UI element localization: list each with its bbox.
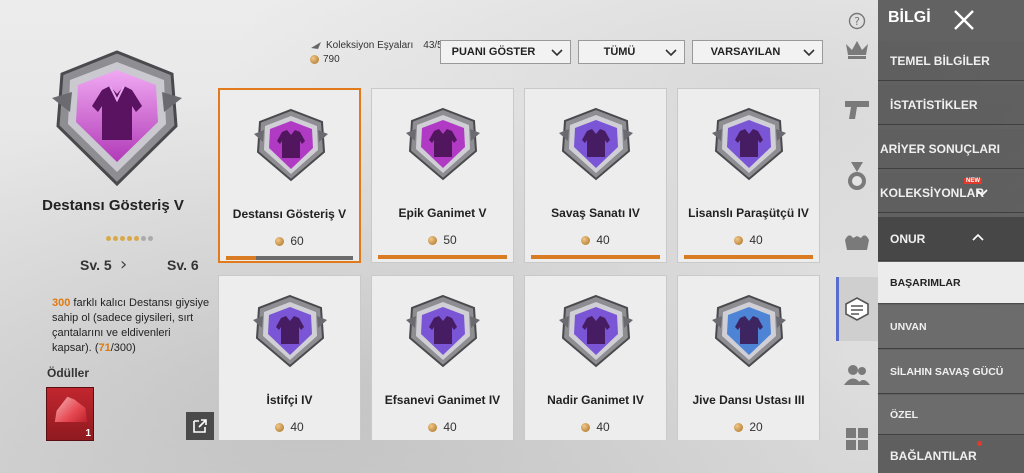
achievement-card[interactable]: Efsanevi Ganimet IV 40 [371,275,514,440]
parachute-icon [54,396,88,422]
achievement-card[interactable]: Nadir Ganimet IV 40 [524,275,667,440]
achievement-card[interactable]: Epik Ganimet V 50 [371,88,514,263]
menu-item-statistics[interactable]: İSTATİSTİKLER [878,85,1024,125]
tier-stars [106,236,153,241]
notification-dot [977,441,982,446]
collection-label: Koleksiyon Eşyaları [326,39,414,51]
achievement-name: İstifçi IV [266,393,313,407]
achievement-points: 40 [678,233,819,247]
achievement-progress-bar [531,255,660,259]
menu-item-links[interactable]: BAĞLANTILAR [878,436,1024,473]
requirement-count: 300 [52,297,71,309]
menu-item-titles[interactable]: UNVAN [878,305,1024,349]
menu-item-collections[interactable]: KOLEKSİYONLAR [878,173,1024,213]
rewards-label: Ödüller [47,366,90,380]
collection-summary: Koleksiyon Eşyaları 43/59 790 [310,38,448,66]
achievement-progress-bar [226,256,353,260]
achievement-badge-icon [254,108,328,182]
achievement-badge-icon [253,294,327,368]
menu-title: BİLGİ [888,9,931,26]
menu-item-career-results[interactable]: ARİYER SONUÇLARI [878,129,1024,169]
achievement-badge-icon [559,294,633,368]
coin-icon [275,236,285,246]
coin-amount: 790 [323,53,340,65]
muscle-icon[interactable] [840,224,874,258]
achievement-title: Destansı Gösteriş V [42,197,184,214]
achievement-badge-large [52,50,182,187]
chevron-down-icon [551,49,563,57]
achievement-points: 40 [372,420,513,434]
crown-icon[interactable] [840,32,874,66]
achievement-name: Efsanevi Ganimet IV [384,393,501,407]
achievement-card[interactable]: Destansı Gösteriş V 60 [218,88,361,263]
share-icon [193,419,207,433]
coin-icon [310,54,319,64]
achievement-points: 20 [678,420,819,434]
coin-icon [581,422,591,432]
coin-icon [428,235,438,245]
achievement-points: 60 [220,234,359,248]
reward-item[interactable]: 1 [46,387,94,441]
grid-icon[interactable] [840,422,874,456]
collection-icon[interactable] [840,292,874,326]
achievement-card[interactable]: İstifçi IV 40 [218,275,361,440]
achievement-progress-bar [684,255,813,259]
achievement-points: 40 [525,420,666,434]
achievement-card[interactable]: Lisanslı Paraşütçü IV 40 [677,88,820,263]
coin-icon [275,422,285,432]
achievement-name: Jive Dansı Ustası III [692,393,805,407]
coin-icon [734,422,744,432]
achievement-progress-bar [378,255,507,259]
share-button[interactable] [186,412,214,440]
achievement-detail-panel: Destansı Gösteriş V Sv. 5 › Sv. 6 300 fa… [0,0,218,473]
svg-text:?: ? [854,15,860,28]
coin-icon [581,235,591,245]
achievement-points: 50 [372,233,513,247]
progress-total: /300) [110,342,136,354]
achievement-grid: Destansı Gösteriş V 60 Epik Ganimet V 50 Sav… [218,88,832,440]
friends-icon[interactable] [840,358,874,392]
achievement-points: 40 [219,420,360,434]
reward-count: 1 [85,428,91,439]
pistol-icon[interactable] [840,92,874,126]
chevron-down-icon [803,49,815,57]
category-rail: ? [836,0,878,473]
achievement-name: Destansı Gösteriş V [232,207,347,221]
new-badge: NEW [964,178,982,184]
level-current: Sv. 5 [80,257,112,273]
achievement-badge-icon [712,107,786,181]
achievement-points: 40 [525,233,666,247]
menu-item-weapon-power[interactable]: SİLAHIN SAVAŞ GÜCÜ [878,350,1024,394]
chevron-right-icon: › [120,254,128,275]
coin-icon [734,235,744,245]
achievement-name: Nadir Ganimet IV [547,393,644,407]
chevron-down-icon [976,189,988,197]
progress-current: 71 [98,342,111,354]
coin-icon [428,422,438,432]
achievement-description: 300 farklı kalıcı Destansı giysiye sahip… [52,297,210,354]
level-next: Sv. 6 [167,257,199,273]
menu-item-basic-info[interactable]: TEMEL BİLGİLER [878,41,1024,81]
show-points-dropdown[interactable]: PUANI GÖSTER [440,40,571,64]
chevron-down-icon [665,49,677,57]
achievement-badge-icon [406,107,480,181]
close-icon[interactable] [952,8,976,32]
chevron-up-icon [972,233,984,241]
achievement-name: Lisanslı Paraşütçü IV [688,206,809,220]
achievement-name: Savaş Sanatı IV [551,206,640,220]
menu-item-achievements[interactable]: BAŞARIMLAR [878,262,1024,304]
achievement-card[interactable]: Savaş Sanatı IV 40 [524,88,667,263]
achievement-card[interactable]: Jive Dansı Ustası III 20 [677,275,820,440]
achievement-badge-icon [559,107,633,181]
achievement-badge-icon [712,294,786,368]
menu-item-honor[interactable]: ONUR [878,217,1024,261]
sort-dropdown[interactable]: VARSAYILAN [692,40,823,64]
menu-item-special[interactable]: ÖZEL [878,395,1024,435]
achievement-name: Epik Ganimet V [398,206,487,220]
achievement-badge-icon [406,294,480,368]
medal-icon[interactable] [840,160,874,194]
filter-all-dropdown[interactable]: TÜMÜ [578,40,685,64]
wing-icon [311,42,321,49]
